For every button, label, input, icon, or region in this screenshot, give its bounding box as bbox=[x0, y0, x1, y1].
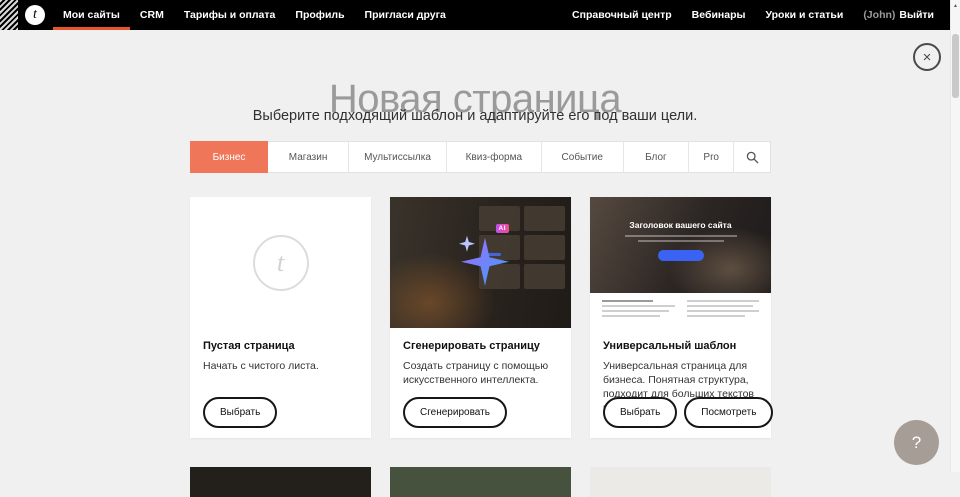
universal-template-preview[interactable]: Заголовок вашего сайта bbox=[590, 197, 771, 328]
nav-item-webinars[interactable]: Вебинары bbox=[682, 0, 756, 30]
nav-item-profile[interactable]: Профиль bbox=[285, 0, 354, 30]
search-icon bbox=[746, 151, 759, 164]
choose-universal-button[interactable]: Выбрать bbox=[603, 397, 677, 428]
scrollbar-thumb[interactable] bbox=[952, 34, 959, 98]
preview-text-section bbox=[590, 293, 771, 328]
preview-card bbox=[524, 235, 565, 260]
generate-template-preview[interactable]: AI bbox=[390, 197, 571, 328]
card-title: Пустая страница bbox=[203, 340, 358, 352]
card-generate-page: AI Сгенерировать страницу Создать страни… bbox=[390, 197, 571, 438]
card-actions: Выбрать bbox=[203, 397, 277, 428]
card-actions: Сгенерировать bbox=[403, 397, 507, 428]
navbar-right-menu: Справочный центр Вебинары Уроки и статьи… bbox=[562, 0, 944, 30]
tilda-pattern-icon bbox=[0, 0, 18, 30]
top-navbar: t Мои сайты CRM Тарифы и оплата Профиль … bbox=[0, 0, 950, 30]
preview-card bbox=[524, 206, 565, 231]
preview-text-line bbox=[687, 300, 760, 302]
close-icon: × bbox=[923, 50, 932, 65]
preview-hero-title: Заголовок вашего сайта bbox=[590, 197, 771, 230]
close-button[interactable]: × bbox=[913, 43, 941, 71]
ai-sparkle-icon bbox=[449, 229, 513, 293]
tab-search[interactable] bbox=[734, 142, 770, 172]
tilda-mark-icon: t bbox=[253, 235, 309, 291]
preview-text-line bbox=[602, 305, 675, 307]
nav-item-lessons[interactable]: Уроки и статьи bbox=[755, 0, 853, 30]
preview-text-line bbox=[687, 315, 745, 317]
nav-item-my-sites[interactable]: Мои сайты bbox=[53, 0, 130, 30]
preview-text-column bbox=[602, 300, 675, 328]
card-actions: Выбрать Посмотреть bbox=[603, 397, 773, 428]
card-blank-page: t Пустая страница Начать с чистого листа… bbox=[190, 197, 371, 438]
preview-card bbox=[524, 264, 565, 289]
preview-text-line bbox=[602, 310, 669, 312]
nav-item-crm[interactable]: CRM bbox=[130, 0, 174, 30]
template-category-tabs: Бизнес Магазин Мультиссылка Квиз-форма С… bbox=[190, 141, 771, 173]
navbar-left-menu: Мои сайты CRM Тарифы и оплата Профиль Пр… bbox=[53, 0, 456, 30]
tab-business[interactable]: Бизнес bbox=[190, 141, 268, 173]
preview-cta-button bbox=[658, 250, 704, 261]
preview-hero: Заголовок вашего сайта bbox=[590, 197, 771, 293]
tab-blog[interactable]: Блог bbox=[624, 142, 689, 172]
template-cards-row: t Пустая страница Начать с чистого листа… bbox=[190, 197, 771, 438]
tab-quiz-form[interactable]: Квиз-форма bbox=[447, 142, 542, 172]
user-name: (John) bbox=[863, 9, 895, 21]
tab-event[interactable]: Событие bbox=[542, 142, 624, 172]
logout-label: Выйти bbox=[899, 9, 934, 21]
preview-text-column bbox=[687, 300, 760, 328]
page-subtitle: Выберите подходящий шаблон и адаптируйте… bbox=[0, 108, 950, 124]
preview-universal-button[interactable]: Посмотреть bbox=[684, 397, 773, 428]
preview-text-line bbox=[687, 305, 754, 307]
generate-button[interactable]: Сгенерировать bbox=[403, 397, 507, 428]
card-description: Создать страницу с помощью искусственног… bbox=[403, 359, 558, 387]
preview-text-line bbox=[625, 235, 737, 237]
preview-text-line bbox=[602, 300, 653, 302]
help-button[interactable]: ? bbox=[894, 420, 939, 465]
nav-item-logout[interactable]: (John) Выйти bbox=[853, 0, 944, 30]
choose-blank-button[interactable]: Выбрать bbox=[203, 397, 277, 428]
ai-badge: AI bbox=[496, 224, 510, 233]
scroll-up-arrow[interactable]: ▲ bbox=[951, 0, 960, 9]
preview-text-line bbox=[638, 240, 724, 242]
tab-shop[interactable]: Магазин bbox=[268, 142, 349, 172]
tab-pro[interactable]: Pro bbox=[689, 142, 734, 172]
card-title: Универсальный шаблон bbox=[603, 340, 758, 352]
nav-item-help-center[interactable]: Справочный центр bbox=[562, 0, 682, 30]
preview-text-line bbox=[687, 310, 760, 312]
nav-item-invite-friend[interactable]: Пригласи друга bbox=[355, 0, 456, 30]
card-title: Сгенерировать страницу bbox=[403, 340, 558, 352]
card-body: Сгенерировать страницу Создать страницу … bbox=[390, 328, 571, 387]
scrollbar[interactable]: ▲ bbox=[950, 0, 960, 472]
nav-item-tariffs[interactable]: Тарифы и оплата bbox=[174, 0, 286, 30]
tilda-logo-letter: t bbox=[33, 7, 37, 23]
card-body: Пустая страница Начать с чистого листа. bbox=[190, 328, 371, 373]
blank-template-preview[interactable]: t bbox=[190, 197, 371, 328]
tab-multilink[interactable]: Мультиссылка bbox=[349, 142, 447, 172]
tilda-logo[interactable]: t bbox=[25, 5, 45, 25]
card-universal-template: Заголовок вашего сайта bbox=[590, 197, 771, 438]
card-description: Начать с чистого листа. bbox=[203, 359, 358, 373]
preview-text-line bbox=[602, 315, 660, 317]
tilda-mark-letter: t bbox=[277, 248, 284, 278]
